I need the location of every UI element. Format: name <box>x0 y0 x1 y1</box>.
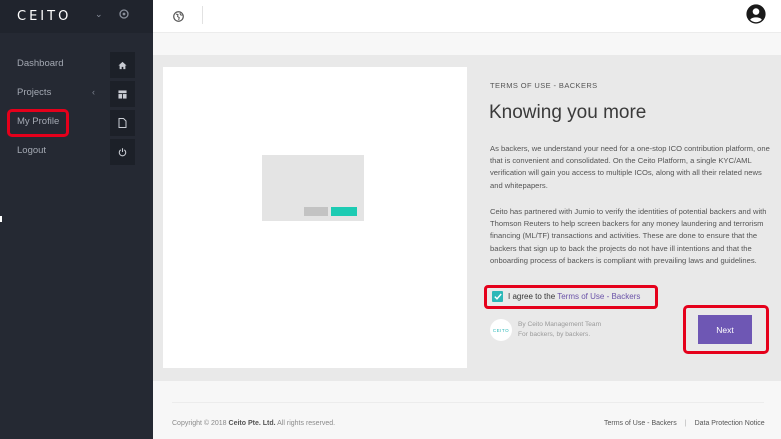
footer-links: Terms of Use - Backers | Data Protection N… <box>604 420 765 427</box>
intro-paragraph: As backers, we understand your need for … <box>490 144 770 190</box>
highlight-agree-terms <box>484 285 658 309</box>
copyright-text: Copyright © 2018 Ceito Pte. Ltd. All rig… <box>172 420 335 427</box>
top-bar <box>153 0 781 33</box>
topbar-divider <box>202 6 203 24</box>
mockup-teal-bar <box>331 207 357 216</box>
grid-icon[interactable] <box>110 81 135 107</box>
sidebar-item-dashboard[interactable]: Dashboard <box>0 52 153 78</box>
power-icon[interactable] <box>110 139 135 165</box>
team-tagline: For backers, by backers. <box>518 331 591 338</box>
footer-separator: | <box>684 420 687 427</box>
page-title: Knowing you more <box>489 102 647 123</box>
sidebar-item-projects[interactable]: Projects ‹ <box>0 81 153 107</box>
home-icon[interactable] <box>110 52 135 78</box>
verification-paragraph: Ceito has partnered with Jumio to verify… <box>490 207 767 265</box>
breadcrumb: TERMS OF USE - BACKERS <box>490 81 598 90</box>
sidebar-item-label: Projects <box>17 87 52 98</box>
chevron-down-icon[interactable]: ⌄ <box>95 9 103 20</box>
edge-marker <box>0 216 2 222</box>
footer-terms-link[interactable]: Terms of Use - Backers <box>604 420 677 427</box>
sidebar-item-label: Logout <box>17 145 47 156</box>
copyright-company: Ceito Pte. Ltd. <box>228 420 276 427</box>
chevron-left-icon[interactable]: ‹ <box>92 87 95 97</box>
footer-privacy-link[interactable]: Data Protection Notice <box>695 420 765 427</box>
gear-icon[interactable] <box>118 8 130 20</box>
copyright-suffix: All rights reserved. <box>275 420 336 427</box>
footer-divider <box>172 402 764 403</box>
sidebar: CEITO ⌄ Dashboard Projects ‹ My Profile … <box>0 0 153 439</box>
brand-logo[interactable]: CEITO <box>17 9 71 24</box>
user-icon[interactable] <box>746 4 766 29</box>
brand-bar: CEITO ⌄ <box>0 0 153 33</box>
team-name: By Ceito Management Team <box>518 321 602 328</box>
sidebar-item-label: Dashboard <box>17 58 64 69</box>
highlight-my-profile <box>7 109 69 137</box>
highlight-next-button <box>683 305 769 354</box>
sidebar-item-logout[interactable]: Logout <box>0 139 153 165</box>
copyright-prefix: Copyright © 2018 <box>172 420 229 427</box>
mockup-grey-bar <box>304 207 328 216</box>
globe-icon[interactable] <box>173 9 184 27</box>
document-icon[interactable] <box>110 110 135 136</box>
team-logo: CEITO <box>490 319 512 341</box>
